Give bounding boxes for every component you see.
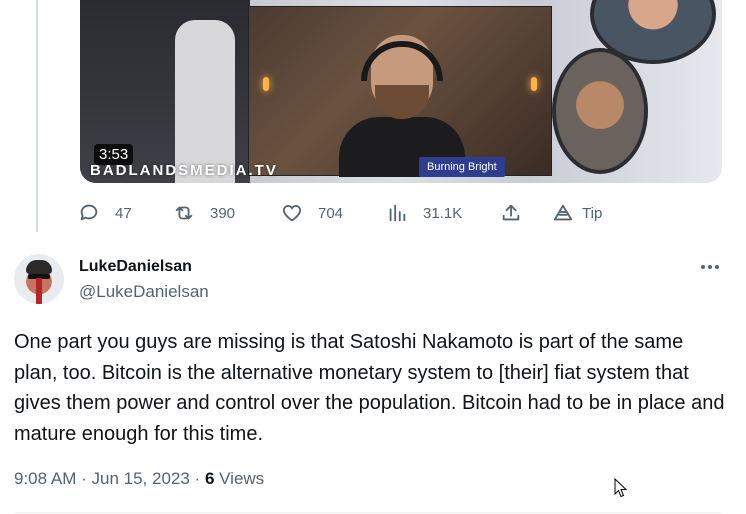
more-options-button[interactable] (698, 258, 722, 276)
video-guest-circle (552, 48, 648, 174)
tweet-time[interactable]: 9:08 AM (14, 469, 76, 488)
mouse-cursor-icon (614, 478, 628, 498)
tweet-views-label: Views (219, 469, 265, 488)
views-button[interactable]: 31.1K (386, 200, 462, 226)
author-name[interactable]: LukeDanielsan (79, 258, 192, 276)
divider (14, 512, 722, 513)
video-lower-third: Burning Bright (419, 157, 505, 177)
like-button[interactable]: 704 (281, 200, 343, 226)
tweet-actions-bar: 47 390 704 31.1K Tip (78, 200, 638, 226)
tweet-text: One part you guys are missing is that Sa… (14, 331, 725, 445)
heart-icon (282, 205, 302, 222)
tweet-views-count: 6 (204, 469, 215, 488)
share-button[interactable] (500, 200, 522, 226)
share-icon (502, 204, 520, 221)
reply-icon (80, 204, 98, 221)
tip-button[interactable]: Tip (552, 200, 602, 226)
reply-button[interactable]: 47 (78, 200, 132, 226)
retweet-count: 390 (210, 204, 236, 222)
retweet-icon (175, 206, 193, 220)
video-inset-host: Burning Bright (248, 6, 552, 177)
like-count: 704 (318, 204, 344, 222)
retweet-button[interactable]: 390 (173, 200, 235, 226)
tweet-meta: 9:08 AM · Jun 15, 2023 · 6 Views (14, 469, 265, 488)
tip-label: Tip (582, 204, 603, 222)
analytics-icon (389, 204, 406, 222)
video-player[interactable]: Burning Bright 3:53 BADLANDSMEDIA.TV (80, 0, 722, 183)
views-count: 31.1K (423, 204, 463, 222)
reply-count: 47 (115, 204, 132, 222)
author-handle[interactable]: @LukeDanielsan (79, 282, 209, 302)
more-icon (701, 265, 705, 269)
avatar[interactable] (14, 254, 64, 304)
tip-icon (553, 204, 573, 221)
tweet-date[interactable]: Jun 15, 2023 (92, 469, 190, 488)
video-watermark: BADLANDSMEDIA.TV (90, 162, 278, 179)
thread-line (36, 0, 38, 232)
